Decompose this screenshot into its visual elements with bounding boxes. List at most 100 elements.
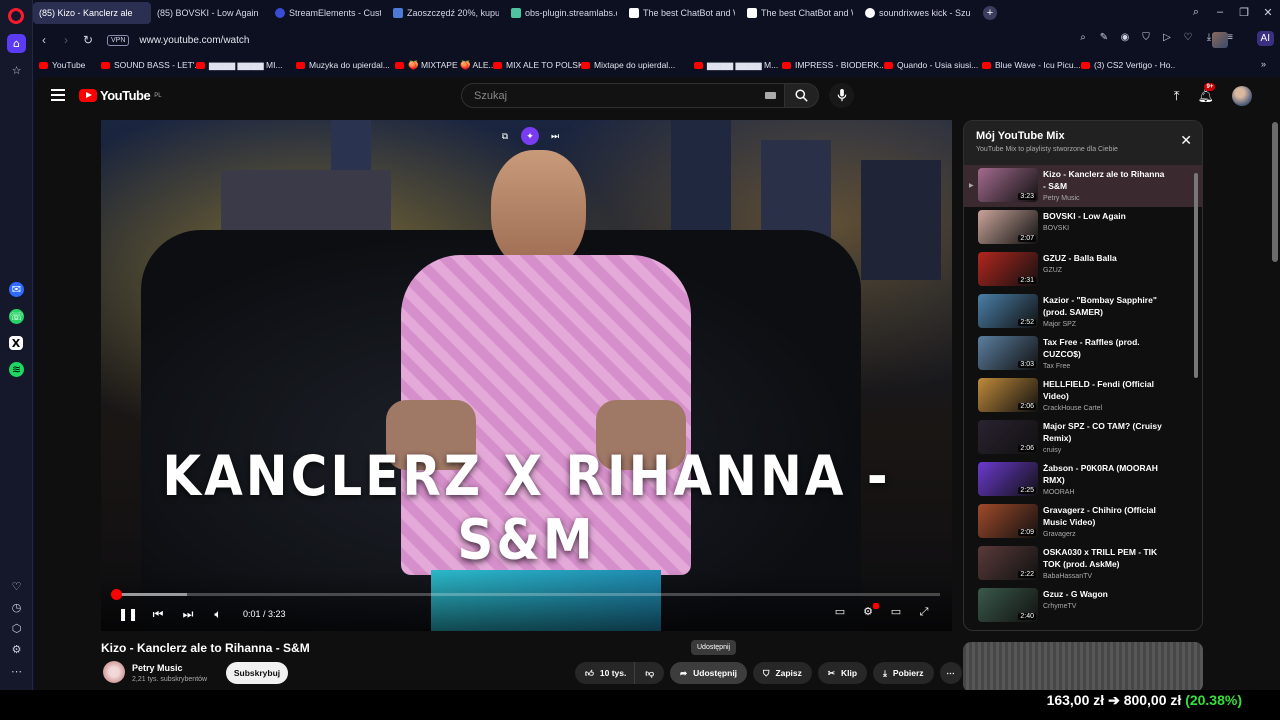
playlist-item[interactable]: kuban - młody gandolfini xyxy=(964,627,1202,630)
playlist-item[interactable]: 2:52 Kazior - "Bombay Sapphire" (prod. SA… xyxy=(964,291,1202,333)
subscribe-button[interactable]: Subskrybuj xyxy=(226,662,288,684)
tab[interactable]: (85) BOVSKI - Low Again xyxy=(68,2,269,87)
previous-icon[interactable]: ⏮︎ xyxy=(143,607,173,622)
opera-logo-icon[interactable] xyxy=(8,8,24,24)
channel-avatar[interactable] xyxy=(103,661,125,683)
tab[interactable]: StreamElements - Custom xyxy=(269,2,387,24)
tab[interactable]: The best ChatBot and Wid xyxy=(623,2,741,24)
heart-icon[interactable]: ♡ xyxy=(1182,32,1194,43)
tab[interactable]: soundrixwes kick - Szukaj xyxy=(859,2,977,24)
reload-icon[interactable]: ↻ xyxy=(77,33,99,47)
shield-icon[interactable]: ⛉ xyxy=(1140,32,1152,43)
dislike-button[interactable]: 👎︎ xyxy=(634,662,664,684)
bookmark[interactable]: IMPRESS - BIODERK... xyxy=(782,60,884,70)
hamburger-menu-icon[interactable] xyxy=(51,89,65,101)
cube-icon[interactable]: ⬡ xyxy=(7,619,26,638)
user-avatar[interactable] xyxy=(1232,86,1252,106)
tab[interactable]: (85) Kizo - Kanclerz ale xyxy=(33,2,151,87)
back-icon[interactable]: ‹ xyxy=(33,33,55,47)
channel-name[interactable]: Petry Music xyxy=(132,663,183,673)
tab[interactable]: obs-plugin.streamlabs.com xyxy=(505,2,623,24)
download-button[interactable]: ⤓ Pobierz xyxy=(873,662,934,684)
playlist-item[interactable]: 2:06 Major SPZ - CO TAM? (Cruisy Remix) cr… xyxy=(964,417,1202,459)
close-icon[interactable]: ✕ xyxy=(1256,0,1280,24)
youtube-logo[interactable]: YouTube PL xyxy=(79,88,162,103)
volume-icon[interactable]: 🔈︎ xyxy=(203,607,233,622)
tab[interactable]: Zaoszczędź 20%, kupując xyxy=(387,2,505,24)
url-field[interactable]: www.youtube.com/watch xyxy=(139,35,249,46)
vpn-badge[interactable]: VPN xyxy=(107,34,130,46)
search-input[interactable] xyxy=(474,89,754,102)
bookmark[interactable]: YouTube xyxy=(39,60,101,70)
profile-avatar[interactable] xyxy=(1212,32,1228,48)
keyboard-icon[interactable] xyxy=(765,92,776,99)
playlist-item[interactable]: 2:31 GZUZ - Balla Balla GZUZ xyxy=(964,249,1202,291)
forward-icon[interactable]: › xyxy=(55,33,77,47)
like-button[interactable]: 👍︎ 10 tys. xyxy=(575,662,635,684)
messenger-icon[interactable]: ✉ xyxy=(9,282,24,297)
opera-sidebar: ⌂ ☆ ✉ ☏ X ≋ ♡ ◷ ⬡ ⚙ ⋯ xyxy=(0,0,33,690)
settings-icon[interactable]: ⚙ xyxy=(860,603,879,619)
bookmark[interactable]: 🍑 MIXTAPE 🍑 ALE... xyxy=(395,60,493,71)
play-icon[interactable]: ▷ xyxy=(1161,32,1173,43)
tab[interactable]: The best ChatBot and Wid xyxy=(741,2,859,24)
next-icon[interactable]: ⏭︎ xyxy=(173,607,203,622)
settings-icon[interactable]: ⚙ xyxy=(7,640,26,659)
subtitles-icon[interactable]: ▭ xyxy=(832,605,848,619)
more-actions-button[interactable]: ⋯ xyxy=(939,662,962,684)
minimize-icon[interactable]: – xyxy=(1208,0,1232,24)
bookmark[interactable]: Mixtape do upierdal... xyxy=(581,60,694,70)
bookmark[interactable]: Quando - Usia siusi... xyxy=(884,60,982,70)
spotify-icon[interactable]: ≋ xyxy=(9,362,24,377)
playlist-item[interactable]: 2:07 BOVSKI - Low Again BOVSKI xyxy=(964,207,1202,249)
bookmark[interactable]: ▆▆▆▆ ▆▆▆▆ M... xyxy=(694,60,782,71)
miniplayer-icon[interactable]: ⧉ xyxy=(497,128,513,144)
search-icon[interactable]: ⌕ xyxy=(1077,32,1089,43)
pause-icon[interactable]: ❚❚ xyxy=(113,607,143,621)
search-tabs-icon[interactable]: ⌕ xyxy=(1184,0,1208,24)
edit-icon[interactable]: ✎ xyxy=(1098,32,1110,43)
playlist-item[interactable]: 3:03 Tax Free - Raffles (prod. CUZCO$) Tax… xyxy=(964,333,1202,375)
bookmark[interactable]: Muzyka do upierdal... xyxy=(296,60,395,70)
bookmark[interactable]: MIX ALE TO POLSKI... xyxy=(493,60,581,70)
page-scrollbar[interactable] xyxy=(1272,122,1278,262)
bookmark[interactable]: (3) CS2 Vertigo - Ho... xyxy=(1081,60,1176,70)
voice-search-button[interactable] xyxy=(829,83,854,108)
theater-mode-icon[interactable]: ▭ xyxy=(888,605,904,619)
aria-button[interactable]: AI xyxy=(1256,31,1274,46)
playlist-item[interactable]: 2:09 Gravagerz - Chihiro (Official Music … xyxy=(964,501,1202,543)
playlist-item[interactable]: 2:22 OSKA030 x TRILL PEM - TIK TOK (prod.… xyxy=(964,543,1202,585)
home-icon[interactable]: ⌂ xyxy=(7,34,26,53)
fullscreen-icon[interactable]: ⤢ xyxy=(916,605,932,619)
next-icon[interactable]: ⏭︎ xyxy=(547,128,563,144)
heart-icon[interactable]: ♡ xyxy=(7,577,26,596)
clip-button[interactable]: ✂ Klip xyxy=(817,662,868,684)
search-button[interactable] xyxy=(785,83,819,108)
maximize-icon[interactable]: ❐ xyxy=(1232,0,1256,24)
playlist-item[interactable]: 2:25 Żabson - P0K0RA (MOORAH RMX) MOORAH xyxy=(964,459,1202,501)
playlist-item[interactable]: 2:06 HELLFIELD - Fendi (Official Video) Cr… xyxy=(964,375,1202,417)
bookmarks-more-icon[interactable]: » xyxy=(1261,59,1266,69)
x-icon[interactable]: X xyxy=(9,336,23,350)
video-player[interactable]: KANCLERZ X RIHANNA - S&M ⧉ ✦ ⏭︎ ❚❚ ⏮︎ ⏭︎… xyxy=(101,120,952,631)
notifications-icon[interactable]: 🔔︎ 9+ xyxy=(1197,83,1216,104)
upload-icon[interactable]: ⤒ xyxy=(1174,88,1180,104)
new-tab-button[interactable]: + xyxy=(983,6,997,20)
more-icon[interactable]: ⋯ xyxy=(7,662,26,681)
bookmark[interactable]: ▆▆▆▆ ▆▆▆▆ MI... xyxy=(196,60,296,71)
playlist-scrollbar[interactable] xyxy=(1194,173,1198,378)
star-icon[interactable]: ☆ xyxy=(7,61,26,80)
bookmark[interactable]: Blue Wave - Icu Picu... xyxy=(982,60,1081,70)
bookmark[interactable]: SOUND BASS - LET'... xyxy=(101,60,196,70)
whatsapp-icon[interactable]: ☏ xyxy=(9,309,24,324)
share-button[interactable]: ➦ Udostępnij xyxy=(670,662,748,684)
ai-sparkle-icon[interactable]: ✦ xyxy=(521,127,539,145)
save-button[interactable]: ⛉ Zapisz xyxy=(753,662,812,684)
video-duration: 2:09 xyxy=(1018,529,1036,536)
playlist-item[interactable]: 2:40 Gzuz - G Wagon CrhymeTV xyxy=(964,585,1202,627)
progress-bar[interactable] xyxy=(111,589,940,600)
close-icon[interactable]: ✕ xyxy=(1180,133,1192,149)
camera-icon[interactable]: ◉ xyxy=(1119,32,1131,43)
playlist-item[interactable]: ▶ 3:23 Kizo - Kanclerz ale to Rihanna - S&… xyxy=(964,165,1202,207)
history-icon[interactable]: ◷ xyxy=(7,598,26,617)
